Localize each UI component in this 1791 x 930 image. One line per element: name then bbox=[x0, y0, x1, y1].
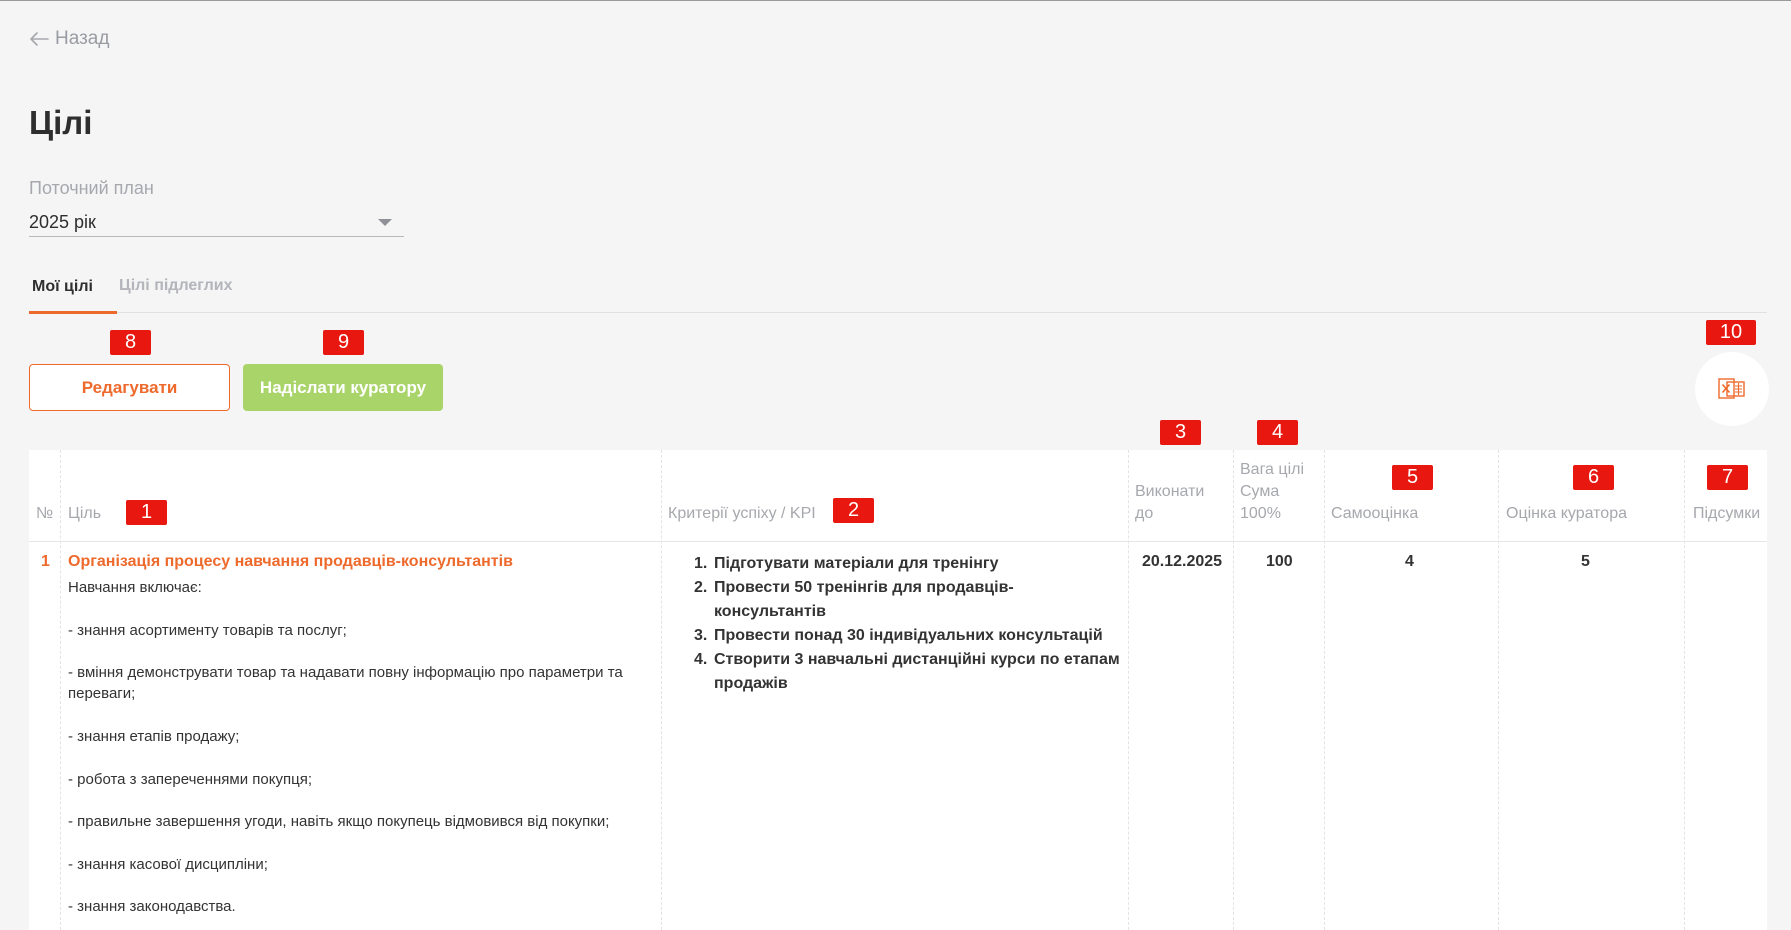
annotation-badge-8: 8 bbox=[110, 330, 151, 355]
kpi-item-text: Провести понад 30 індивідуальних консуль… bbox=[714, 627, 1103, 644]
goal-description-line: - правильне завершення угоди, навіть якщ… bbox=[68, 813, 610, 831]
column-divider bbox=[661, 450, 662, 930]
kpi-item-number: 3. bbox=[694, 627, 708, 644]
arrow-left-icon bbox=[30, 32, 49, 46]
annotation-badge-9: 9 bbox=[323, 330, 364, 355]
header-due-line: Виконати bbox=[1135, 483, 1205, 500]
annotation-badge-2: 2 bbox=[833, 498, 874, 523]
annotation-badge-3: 3 bbox=[1160, 420, 1201, 445]
goal-title[interactable]: Організація процесу навчання продавців-к… bbox=[68, 553, 513, 571]
plan-label: Поточний план bbox=[29, 178, 154, 198]
goal-description-gap bbox=[68, 747, 628, 768]
curator-score-value: 5 bbox=[1581, 553, 1590, 570]
goal-description-line: - вміння демонструвати товар та надавати… bbox=[68, 664, 623, 703]
kpi-item-text: Підготувати матеріали для тренінгу bbox=[714, 555, 999, 572]
goal-description-line: - знання касової дисципліни; bbox=[68, 855, 268, 873]
goal-description-gap bbox=[68, 641, 628, 662]
tabs: Мої цілі Цілі підлеглих bbox=[29, 272, 1767, 314]
chevron-down-icon bbox=[378, 218, 392, 226]
send-to-curator-button[interactable]: Надіслати куратору bbox=[243, 364, 443, 411]
header-summary: Підсумки bbox=[1693, 505, 1761, 522]
header-weight-line: Сума bbox=[1240, 483, 1280, 500]
kpi-list: 1. Підготувати матеріали для тренінгу 2. Пр… bbox=[694, 552, 1124, 696]
goal-description-line: - знання законодавства. bbox=[68, 898, 236, 916]
header-divider bbox=[29, 541, 1767, 542]
goal-description-line: - робота з запереченнями покупця; bbox=[68, 770, 312, 788]
goal-description-gap bbox=[68, 790, 628, 811]
back-label: Назад bbox=[55, 28, 110, 49]
kpi-item-number: 1. bbox=[694, 555, 708, 572]
goal-weight: 100 bbox=[1266, 553, 1293, 570]
header-weight: Вага цілі Сума 100% bbox=[1240, 459, 1304, 525]
back-link[interactable]: Назад bbox=[29, 28, 109, 50]
goal-description-line: - знання асортименту товарів та послуг; bbox=[68, 621, 347, 639]
row-number: 1 bbox=[41, 553, 50, 570]
annotation-badge-6: 6 bbox=[1573, 465, 1614, 490]
goal-description: Навчання включає: - знання асортименту то… bbox=[68, 577, 628, 918]
header-num: № bbox=[36, 505, 54, 522]
plan-select[interactable]: 2025 рік bbox=[29, 208, 404, 237]
header-kpi: Критерії успіху / KPI bbox=[668, 505, 816, 522]
top-border bbox=[0, 0, 1791, 1]
header-goal: Ціль bbox=[68, 505, 102, 522]
goal-description-gap bbox=[68, 833, 628, 854]
export-excel-button[interactable] bbox=[1695, 352, 1769, 426]
kpi-item-number: 2. bbox=[694, 579, 708, 596]
edit-button[interactable]: Редагувати bbox=[29, 364, 230, 411]
annotation-badge-5: 5 bbox=[1392, 465, 1433, 490]
header-self-assessment: Самооцінка bbox=[1331, 505, 1419, 522]
column-divider bbox=[1498, 450, 1499, 930]
column-divider bbox=[1684, 450, 1685, 930]
kpi-item: 3. Провести понад 30 індивідуальних консу… bbox=[694, 624, 1124, 648]
kpi-item-text: Провести 50 тренінгів для продавців-конс… bbox=[714, 579, 1014, 620]
column-divider bbox=[1233, 450, 1234, 930]
kpi-item: 4. Створити 3 навчальні дистанційні курси… bbox=[694, 648, 1124, 696]
goal-description-gap bbox=[68, 598, 628, 619]
kpi-item-number: 4. bbox=[694, 651, 708, 668]
goal-description-gap bbox=[68, 875, 628, 896]
column-divider bbox=[60, 450, 61, 930]
header-curator-score: Оцінка куратора bbox=[1506, 505, 1627, 522]
goal-description-gap bbox=[68, 705, 628, 726]
annotation-badge-10: 10 bbox=[1706, 320, 1756, 345]
column-divider bbox=[1324, 450, 1325, 930]
tab-my-goals[interactable]: Мої цілі bbox=[29, 278, 117, 314]
annotation-badge-1: 1 bbox=[126, 500, 167, 525]
column-divider bbox=[1128, 450, 1129, 930]
header-due: Виконати до bbox=[1135, 481, 1204, 525]
page-title: Цілі bbox=[29, 104, 93, 141]
header-weight-line: Вага цілі bbox=[1240, 461, 1305, 478]
header-weight-line: 100% bbox=[1240, 505, 1281, 522]
goal-description-line: Навчання включає: bbox=[68, 579, 202, 596]
kpi-item-text: Створити 3 навчальні дистанційні курси п… bbox=[714, 651, 1120, 692]
goals-table: № Ціль Критерії успіху / KPI Виконати до… bbox=[29, 450, 1767, 930]
header-due-line: до bbox=[1135, 505, 1154, 522]
due-date: 20.12.2025 bbox=[1142, 553, 1223, 570]
excel-icon bbox=[1718, 378, 1745, 399]
plan-select-value: 2025 рік bbox=[29, 211, 96, 232]
annotation-badge-4: 4 bbox=[1257, 420, 1298, 445]
tab-subordinate-goals[interactable]: Цілі підлеглих bbox=[119, 277, 232, 295]
annotation-badge-7: 7 bbox=[1707, 465, 1748, 490]
goal-description-line: - знання етапів продажу; bbox=[68, 728, 240, 746]
kpi-item: 1. Підготувати матеріали для тренінгу bbox=[694, 552, 1124, 576]
kpi-item: 2. Провести 50 тренінгів для продавців-ко… bbox=[694, 576, 1124, 624]
self-assessment-value: 4 bbox=[1405, 553, 1414, 570]
